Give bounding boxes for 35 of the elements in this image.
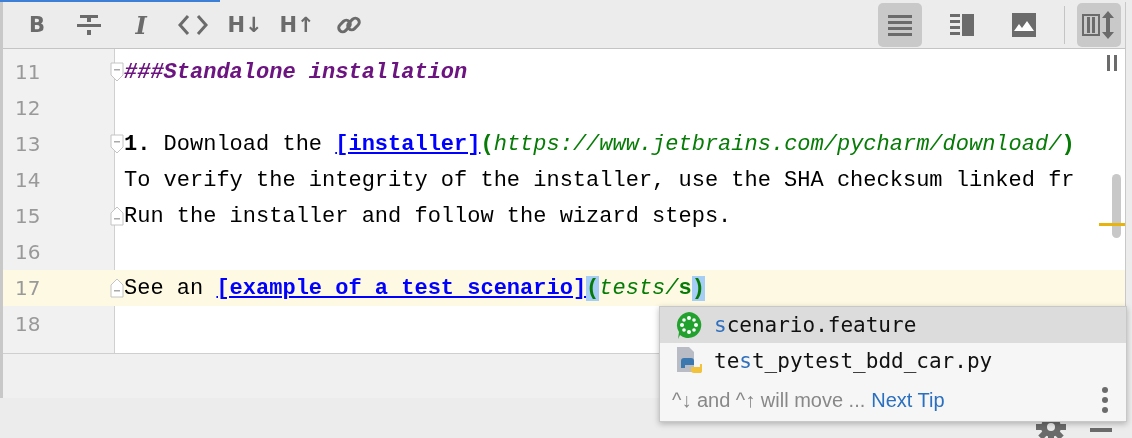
more-icon[interactable] bbox=[1102, 387, 1108, 413]
hint-text: ^↓ and ^↑ will move ... bbox=[672, 388, 866, 412]
completion-item[interactable]: scenario.feature bbox=[660, 307, 1126, 343]
code-icon bbox=[178, 14, 208, 36]
italic-button[interactable]: I bbox=[121, 6, 161, 44]
sync-scroll-icon bbox=[1082, 10, 1116, 40]
line-number: 18 bbox=[14, 312, 42, 336]
editor-view-button[interactable] bbox=[878, 3, 922, 47]
warning-marker bbox=[1099, 223, 1125, 226]
header-up-button[interactable]: H↑ bbox=[277, 6, 317, 44]
lines-icon bbox=[888, 14, 912, 36]
sync-scroll-button[interactable] bbox=[1077, 3, 1121, 47]
completion-item[interactable]: test_pytest_bdd_car.py bbox=[660, 343, 1126, 379]
line-number: 17 bbox=[14, 276, 42, 300]
cucumber-icon bbox=[674, 310, 704, 340]
line-number: 13 bbox=[14, 132, 42, 156]
line-number: 16 bbox=[14, 240, 42, 264]
code-line: To verify the integrity of the installer, use the SHA checksum linked fr bbox=[124, 167, 1075, 193]
header-down-button[interactable]: H↓ bbox=[225, 6, 265, 44]
scrollbar-thumb[interactable] bbox=[1112, 174, 1121, 238]
image-icon bbox=[1012, 13, 1036, 37]
next-tip-link[interactable]: Next Tip bbox=[871, 388, 945, 412]
python-file-icon bbox=[674, 346, 704, 376]
pause-icon[interactable] bbox=[1107, 55, 1117, 71]
bold-button[interactable]: B bbox=[17, 6, 57, 44]
line-number: 12 bbox=[14, 96, 42, 120]
line-number: 11 bbox=[14, 60, 42, 84]
split-view-icon bbox=[950, 14, 974, 36]
line-number: 14 bbox=[14, 168, 42, 192]
code-line: 1. Download the [installer](https://www.jetbrains.com/pycharm/download/) bbox=[124, 131, 1075, 157]
code-line: ###Standalone installation bbox=[124, 59, 468, 85]
code-line: See an [example of a test scenario](tests/s) bbox=[124, 275, 705, 301]
code-line: Run the installer and follow the wizard steps. bbox=[124, 203, 732, 229]
line-number: 15 bbox=[14, 204, 42, 228]
strikethrough-icon bbox=[76, 12, 102, 38]
